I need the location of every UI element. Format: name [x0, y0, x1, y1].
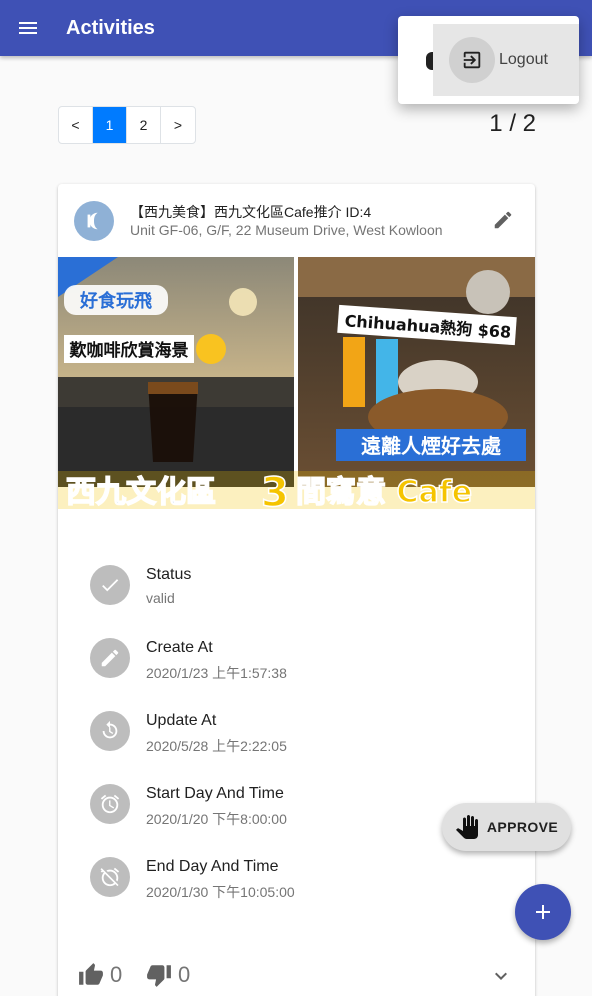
page-indicator: 1 / 2 — [489, 110, 536, 137]
detail-value: 2020/1/30 下午10:05:00 — [146, 884, 295, 900]
edit-button[interactable] — [483, 200, 523, 240]
user-menu: Logout — [398, 16, 579, 104]
activity-address: Unit GF-06, G/F, 22 Museum Drive, West K… — [130, 222, 443, 238]
logo-icon — [87, 212, 98, 230]
activity-image: 好食玩飛 歎咖啡欣賞海景 Chihuahua熱狗 $68 遠離人煙好去處 西九文… — [58, 257, 535, 509]
pagination: < 1 2 > — [58, 106, 196, 144]
approve-label: APPROVE — [486, 819, 559, 835]
edit-icon — [494, 211, 512, 229]
detail-create-at: Create At 2020/1/23 上午1:57:38 — [90, 638, 510, 688]
page-1-button[interactable]: 1 — [93, 107, 127, 143]
menu-button[interactable] — [0, 0, 56, 56]
detail-label: End Day And Time — [146, 858, 279, 875]
card-actions: 0 0 — [58, 956, 535, 996]
image-banner-number: 3 — [261, 470, 289, 509]
detail-value: 2020/5/28 上午2:22:05 — [146, 738, 287, 754]
thumb-up-icon — [79, 963, 103, 985]
image-right-caption-bottom: 遠離人煙好去處 — [361, 434, 501, 458]
dislike-count: 0 — [178, 962, 191, 987]
plus-icon — [536, 905, 550, 919]
dislike-button[interactable]: 0 — [146, 962, 190, 988]
detail-value: 2020/1/23 上午1:57:38 — [146, 665, 287, 681]
check-icon — [90, 565, 130, 605]
chevron-down-icon — [495, 972, 507, 980]
pencil-icon — [90, 638, 130, 678]
thumb-down-icon — [147, 965, 171, 987]
logout-icon — [449, 37, 495, 83]
like-button[interactable]: 0 — [78, 962, 122, 988]
page-title: Activities — [66, 16, 155, 39]
logout-menu-item[interactable]: Logout — [433, 24, 579, 96]
detail-label: Create At — [146, 639, 213, 656]
image-banner-right: 間寫意 Cafe — [296, 475, 472, 509]
next-page-button[interactable]: > — [161, 107, 195, 143]
image-banner-left: 西九文化區 — [66, 475, 216, 509]
menu-icon — [19, 22, 37, 34]
avatar — [74, 201, 114, 241]
like-count: 0 — [110, 962, 123, 987]
detail-label: Update At — [146, 712, 217, 729]
detail-label: Status — [146, 566, 192, 583]
hand-icon — [455, 815, 478, 839]
detail-label: Start Day And Time — [146, 785, 284, 802]
detail-value: 2020/1/20 下午8:00:00 — [146, 811, 287, 827]
image-logo-text: 好食玩飛 — [79, 290, 152, 312]
activity-card: 【西九美食】西九文化區Cafe推介 ID:4 Unit GF-06, G/F, … — [58, 184, 535, 996]
detail-end-time: End Day And Time 2020/1/30 下午10:05:00 — [90, 857, 510, 907]
alarm-icon — [90, 784, 130, 824]
refresh-icon — [90, 711, 130, 751]
approve-button[interactable]: APPROVE — [442, 803, 571, 851]
detail-update-at: Update At 2020/5/28 上午2:22:05 — [90, 711, 510, 761]
detail-status: Status valid — [90, 565, 510, 615]
alarm-off-icon — [90, 857, 130, 897]
expand-button[interactable] — [485, 960, 517, 992]
card-header: 【西九美食】西九文化區Cafe推介 ID:4 Unit GF-06, G/F, … — [58, 184, 535, 256]
image-left-caption: 歎咖啡欣賞海景 — [70, 340, 189, 361]
cafe-photo-collage: 好食玩飛 歎咖啡欣賞海景 Chihuahua熱狗 $68 遠離人煙好去處 西九文… — [58, 257, 535, 509]
page-2-button[interactable]: 2 — [127, 107, 161, 143]
prev-page-button[interactable]: < — [59, 107, 93, 143]
detail-value: valid — [146, 590, 175, 606]
activity-title: 【西九美食】西九文化區Cafe推介 ID:4 — [130, 204, 372, 220]
logout-label: Logout — [499, 51, 548, 68]
add-button[interactable] — [515, 884, 571, 940]
